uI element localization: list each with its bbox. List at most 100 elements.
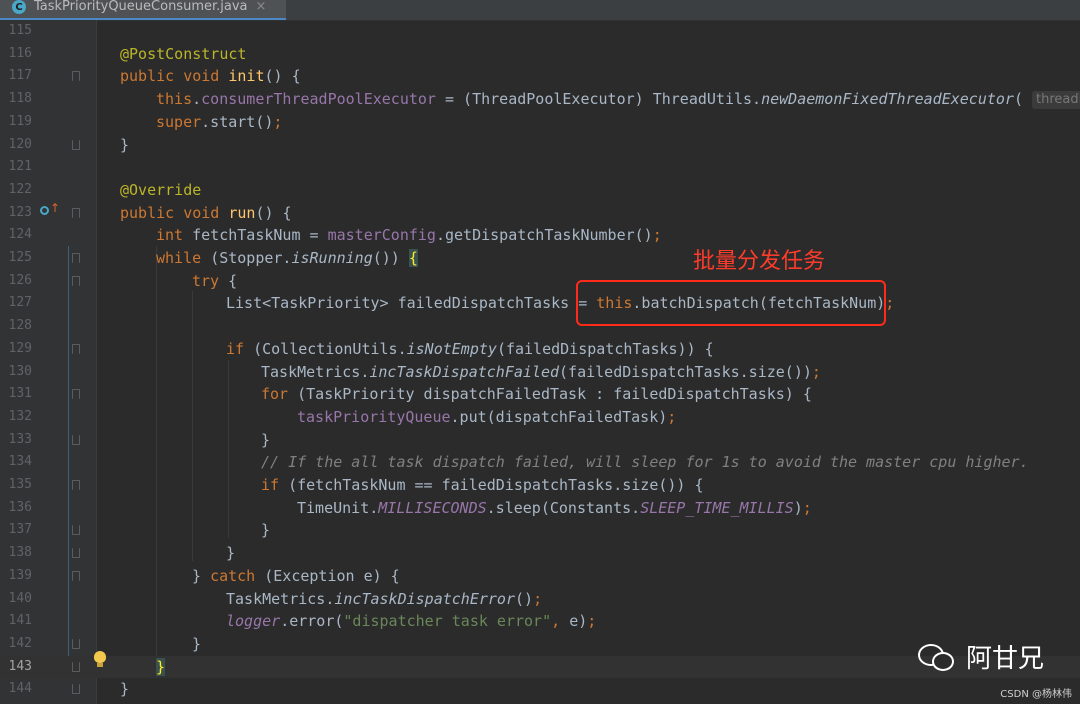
code-line: 139 } catch (Exception e) { xyxy=(0,565,1080,588)
watermark: 阿甘兄 xyxy=(918,638,1044,675)
code-line: 129 if (CollectionUtils.isNotEmpty(faile… xyxy=(0,338,1080,361)
wechat-icon xyxy=(918,642,958,672)
code-text: } xyxy=(120,680,130,699)
line-number: 133 xyxy=(8,431,32,447)
tab-task-priority-queue-consumer[interactable]: C TaskPriorityQueueConsumer.java × xyxy=(0,0,286,20)
annotation-label: 批量分发任务 xyxy=(693,249,826,274)
code-text: } xyxy=(192,634,202,653)
fold-marker[interactable] xyxy=(72,71,80,82)
line-number: 143 xyxy=(8,658,32,674)
fold-marker[interactable] xyxy=(72,638,80,649)
code-line: 128 xyxy=(0,315,1080,338)
line-number: 137 xyxy=(8,522,32,538)
line-number: 136 xyxy=(8,499,32,515)
code-line: 136 TimeUnit.MILLISECONDS.sleep(Constant… xyxy=(0,497,1080,520)
fold-marker[interactable] xyxy=(72,253,80,263)
line-number: 122 xyxy=(8,181,32,197)
code-line: 116 @PostConstruct xyxy=(0,43,1080,66)
code-text: public void init() { xyxy=(120,67,301,86)
code-text: @PostConstruct xyxy=(120,44,247,63)
code-line: 137 } xyxy=(0,519,1080,542)
line-number: 123 xyxy=(8,204,32,220)
code-line: 124 int fetchTaskNum = masterConfig.getD… xyxy=(0,224,1080,247)
fold-marker[interactable] xyxy=(72,525,80,536)
fold-marker[interactable] xyxy=(72,434,80,445)
line-number: 127 xyxy=(8,295,32,311)
tab-filename: TaskPriorityQueueConsumer.java xyxy=(34,0,248,14)
code-line: 138 } xyxy=(0,542,1080,565)
code-text: TaskMetrics.incTaskDispatchError(); xyxy=(226,589,543,608)
line-number: 125 xyxy=(8,250,32,265)
code-text: @Override xyxy=(120,180,202,199)
code-text: taskPriorityQueue.put(dispatchFailedTask… xyxy=(297,407,677,426)
line-number: 128 xyxy=(8,318,32,334)
code-text: for (TaskPriority dispatchFailedTask : f… xyxy=(261,385,812,404)
line-number: 141 xyxy=(8,613,32,629)
override-icon[interactable] xyxy=(40,206,49,215)
code-text: TimeUnit.MILLISECONDS.sleep(Constants.SL… xyxy=(297,498,812,517)
csdn-credit: CSDN @杨林伟 xyxy=(1000,689,1072,700)
watermark-name: 阿甘兄 xyxy=(966,644,1045,674)
code-line: 126 try { xyxy=(0,270,1080,293)
code-line: 135 if (fetchTaskNum == failedDispatchTa… xyxy=(0,474,1080,497)
code-line: 123 public void run() { xyxy=(0,202,1080,225)
line-number: 121 xyxy=(8,159,32,175)
line-number: 124 xyxy=(8,227,32,243)
line-number: 139 xyxy=(8,567,32,583)
code-text: TaskMetrics.incTaskDispatchFailed(failed… xyxy=(261,362,821,381)
line-number: 129 xyxy=(8,340,32,356)
code-text: public void run() { xyxy=(120,203,292,222)
code-line: 144 } xyxy=(0,678,1080,701)
code-text: int fetchTaskNum = masterConfig.getDispa… xyxy=(156,226,662,245)
code-line: 120 } xyxy=(0,134,1080,157)
line-number: 117 xyxy=(8,68,32,84)
code-line: 122 @Override xyxy=(0,179,1080,202)
line-number: 119 xyxy=(8,113,32,129)
code-line: 130 TaskMetrics.incTaskDispatchFailed(fa… xyxy=(0,361,1080,384)
fold-marker[interactable] xyxy=(72,389,80,400)
fold-marker[interactable] xyxy=(72,480,80,490)
line-number: 126 xyxy=(8,272,32,288)
line-number: 120 xyxy=(8,136,32,152)
code-text: while (Stopper.isRunning()) { xyxy=(156,249,418,267)
code-line: 134 // If the all task dispatch failed, … xyxy=(0,451,1080,474)
code-line: 115 xyxy=(0,20,1080,43)
close-icon[interactable]: × xyxy=(256,0,267,14)
code-line: 125 while (Stopper.isRunning()) { xyxy=(0,247,1080,270)
line-number: 134 xyxy=(8,454,32,470)
code-line: 121 xyxy=(0,156,1080,179)
fold-marker[interactable] xyxy=(72,661,80,672)
code-text: } xyxy=(156,656,166,679)
fold-marker[interactable] xyxy=(72,343,80,354)
matched-brace: { xyxy=(408,249,418,267)
fold-marker[interactable] xyxy=(72,207,80,218)
line-number: 142 xyxy=(8,635,32,651)
code-line: 140 TaskMetrics.incTaskDispatchError(); xyxy=(0,588,1080,611)
fold-marker[interactable] xyxy=(72,548,80,559)
code-text: super.start(); xyxy=(156,112,283,131)
code-line: 132 taskPriorityQueue.put(dispatchFailed… xyxy=(0,406,1080,429)
code-text: } xyxy=(120,135,130,154)
code-text: } catch (Exception e) { xyxy=(192,566,400,585)
fold-marker[interactable] xyxy=(72,139,80,150)
fold-marker[interactable] xyxy=(72,684,80,695)
code-comment: // If the all task dispatch failed, will… xyxy=(261,453,1029,472)
highlight-box xyxy=(576,280,886,326)
parameter-hint: threadName xyxy=(1032,91,1080,110)
lightbulb-icon[interactable] xyxy=(94,651,106,663)
fold-marker[interactable] xyxy=(72,570,80,581)
line-number: 138 xyxy=(8,545,32,561)
fold-marker[interactable] xyxy=(72,275,80,286)
line-number: 130 xyxy=(8,363,32,379)
line-number: 140 xyxy=(8,590,32,606)
code-line: 118 this.consumerThreadPoolExecutor = (T… xyxy=(0,88,1080,111)
code-text: } xyxy=(261,430,271,449)
implements-arrow-icon[interactable]: ↑ xyxy=(50,201,60,215)
code-text: this.consumerThreadPoolExecutor = (Threa… xyxy=(156,88,1080,111)
code-line: 117 public void init() { xyxy=(0,65,1080,88)
matched-brace: } xyxy=(156,657,166,676)
code-text: } xyxy=(261,521,271,540)
line-number: 144 xyxy=(8,681,32,697)
line-number: 132 xyxy=(8,408,32,424)
code-line: 131 for (TaskPriority dispatchFailedTask… xyxy=(0,383,1080,406)
